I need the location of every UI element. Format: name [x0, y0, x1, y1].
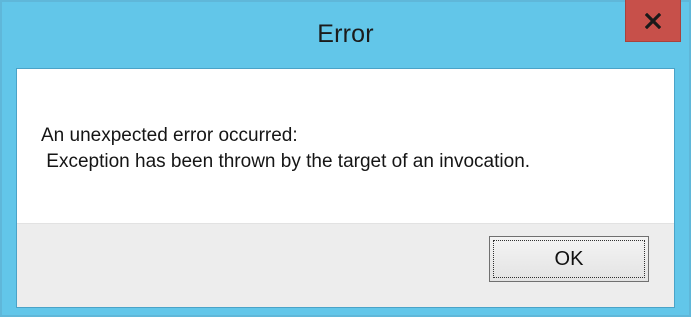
ok-button[interactable]: OK — [489, 236, 649, 282]
dialog-title: Error — [317, 20, 374, 48]
button-bar: OK — [17, 223, 674, 307]
dialog-body: An unexpected error occurred: Exception … — [16, 68, 675, 308]
title-bar[interactable]: Error — [2, 0, 689, 66]
ok-button-label: OK — [554, 247, 584, 270]
close-button[interactable] — [625, 0, 681, 42]
error-message: An unexpected error occurred: Exception … — [41, 123, 530, 175]
close-icon — [645, 12, 661, 29]
error-message-line1: An unexpected error occurred: — [41, 125, 298, 146]
error-message-line2: Exception has been thrown by the target … — [41, 151, 531, 172]
error-dialog: Error An unexpected error occurred: Exce… — [0, 0, 691, 317]
